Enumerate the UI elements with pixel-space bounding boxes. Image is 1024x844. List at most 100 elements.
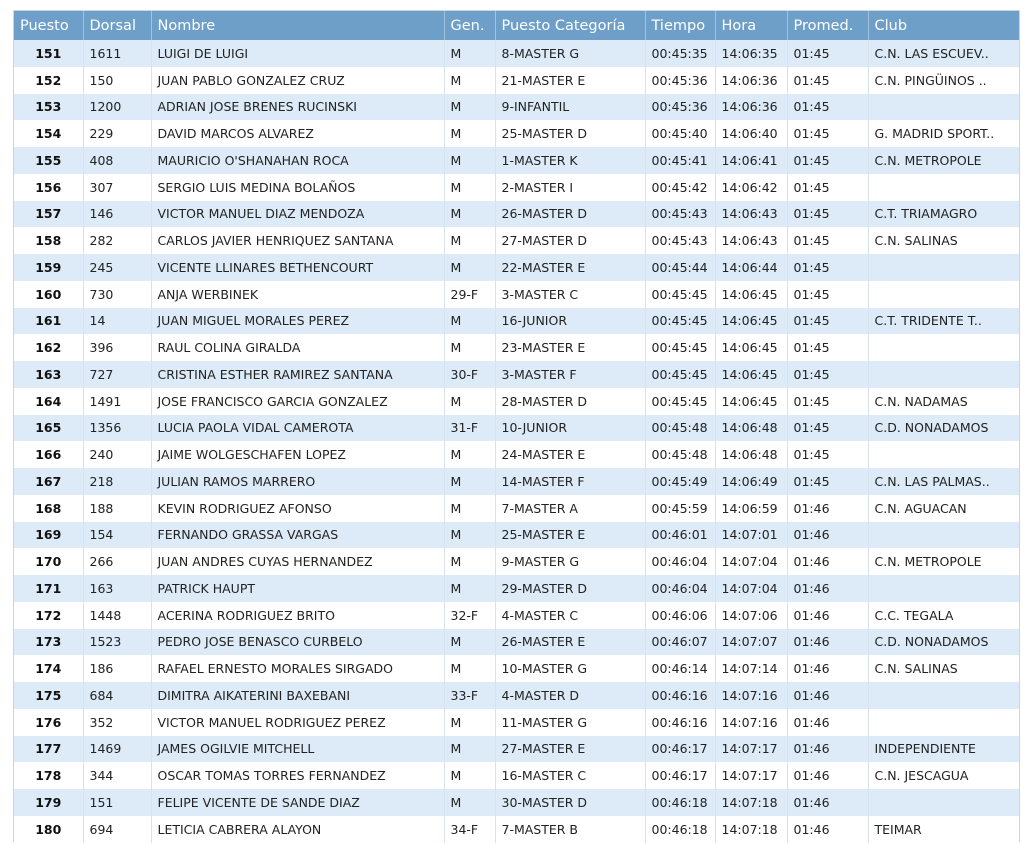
cell-hora: 14:06:49 [715,468,788,495]
cell-dorsal: 1200 [83,93,152,121]
table-row[interactable]: 164 1491 JOSE FRANCISCO GARCIA GONZALEZ M 28… [14,387,1019,415]
table-row[interactable]: 162 396 RAUL COLINA GIRALDA M 23-MASTER E 00:… [14,334,1019,361]
table-row[interactable]: 169 154 FERNANDO GRASSA VARGAS M 25-MASTER E… [14,521,1019,549]
cell-promed: 01:45 [787,334,869,361]
cell-puesto: 170 [14,548,84,575]
table-row[interactable]: 176 352 VICTOR MANUEL RODRIGUEZ PEREZ M 11-M… [14,708,1019,736]
cell-nombre: LUIGI DE LUIGI [151,40,445,67]
cell-puesto-categoria: 2-MASTER I [495,173,646,201]
cell-dorsal: 188 [83,494,152,522]
cell-club [868,789,1019,816]
table-row[interactable]: 158 282 CARLOS JAVIER HENRIQUEZ SANTANA M 27… [14,227,1019,254]
table-row[interactable]: 157 146 VICTOR MANUEL DIAZ MENDOZA M 26-MAST… [14,200,1019,228]
column-header-nombre[interactable]: Nombre [151,11,445,40]
column-header-gen[interactable]: Gen. [444,11,496,40]
column-header-puesto-categoria[interactable]: Puesto Categoría [495,11,646,40]
table-row[interactable]: 165 1356 LUCIA PAOLA VIDAL CAMEROTA 31-F 10-… [14,414,1019,442]
cell-promed: 01:45 [787,441,869,468]
column-header-dorsal[interactable]: Dorsal [83,11,152,40]
table-row[interactable]: 172 1448 ACERINA RODRIGUEZ BRITO 32-F 4-MAST… [14,601,1019,629]
cell-promed: 01:45 [787,93,869,121]
cell-dorsal: 1523 [83,628,152,656]
cell-promed: 01:45 [787,66,869,94]
table-row[interactable]: 151 1611 LUIGI DE LUIGI M 8-MASTER G 00:45:35… [14,40,1019,67]
table-row[interactable]: 166 240 JAIME WOLGESCHAFEN LOPEZ M 24-MASTER… [14,441,1019,468]
cell-puesto: 165 [14,414,84,442]
cell-puesto: 172 [14,601,84,629]
cell-puesto-categoria: 28-MASTER D [495,387,646,415]
cell-puesto-categoria: 3-MASTER F [495,361,646,388]
column-header-puesto[interactable]: Puesto [14,11,84,40]
table-row[interactable]: 160 730 ANJA WERBINEK 29-F 3-MASTER C 00:45:4… [14,280,1019,308]
table-row[interactable]: 154 229 DAVID MARCOS ALVAREZ M 25-MASTER D 00… [14,120,1019,147]
table-row[interactable]: 156 307 SERGIO LUIS MEDINA BOLAÑOS M 2-MASTE… [14,173,1019,201]
table-row[interactable]: 153 1200 ADRIAN JOSE BRENES RUCINSKI M 9-INF… [14,93,1019,121]
cell-promed: 01:46 [787,494,869,522]
cell-nombre: PATRICK HAUPT [151,575,445,602]
cell-dorsal: 163 [83,575,152,602]
cell-puesto: 159 [14,254,84,281]
cell-hora: 14:06:43 [715,200,788,228]
cell-puesto-categoria: 22-MASTER E [495,254,646,281]
cell-dorsal: 229 [83,120,152,147]
cell-club [868,682,1019,709]
cell-hora: 14:06:35 [715,40,788,67]
cell-tiempo: 00:45:36 [645,66,716,94]
table-row[interactable]: 163 727 CRISTINA ESTHER RAMIREZ SANTANA 30-… [14,361,1019,388]
column-header-club[interactable]: Club [868,11,1019,40]
cell-puesto: 174 [14,655,84,682]
results-table: Puesto Dorsal Nombre Gen. Puesto Categor… [14,11,1019,843]
cell-dorsal: 730 [83,280,152,308]
cell-dorsal: 684 [83,682,152,709]
cell-puesto-categoria: 25-MASTER E [495,521,646,549]
table-row[interactable]: 179 151 FELIPE VICENTE DE SANDE DIAZ M 30-MA… [14,789,1019,816]
table-row[interactable]: 173 1523 PEDRO JOSE BENASCO CURBELO M 26-MAS… [14,628,1019,656]
cell-nombre: JUAN MIGUEL MORALES PEREZ [151,307,445,335]
cell-dorsal: 186 [83,655,152,682]
cell-nombre: VICENTE LLINARES BETHENCOURT [151,254,445,281]
cell-puesto: 175 [14,682,84,709]
cell-club: C.N. LAS PALMAS.. [868,468,1019,495]
column-header-promed[interactable]: Promed. [787,11,869,40]
cell-hora: 14:06:45 [715,280,788,308]
cell-promed: 01:45 [787,40,869,67]
cell-club [868,173,1019,201]
cell-puesto-categoria: 23-MASTER E [495,334,646,361]
cell-tiempo: 00:46:16 [645,708,716,736]
cell-puesto: 169 [14,521,84,549]
table-row[interactable]: 177 1469 JAMES OGILVIE MITCHELL M 27-MASTER … [14,735,1019,763]
cell-nombre: OSCAR TOMAS TORRES FERNANDEZ [151,762,445,789]
table-row[interactable]: 167 218 JULIAN RAMOS MARRERO M 14-MASTER F 00… [14,468,1019,495]
cell-hora: 14:06:44 [715,254,788,281]
cell-tiempo: 00:46:14 [645,655,716,682]
table-row[interactable]: 178 344 OSCAR TOMAS TORRES FERNANDEZ M 16-MA… [14,762,1019,789]
table-row[interactable]: 159 245 VICENTE LLINARES BETHENCOURT M 22-MA… [14,254,1019,281]
column-header-tiempo[interactable]: Tiempo [645,11,716,40]
cell-gen: M [444,387,496,415]
cell-club [868,93,1019,121]
cell-tiempo: 00:46:07 [645,628,716,656]
table-row[interactable]: 170 266 JUAN ANDRES CUYAS HERNANDEZ M 9-MAST… [14,548,1019,575]
table-row[interactable]: 180 694 LETICIA CABRERA ALAYON 34-F 7-MASTER… [14,815,1019,843]
table-row[interactable]: 168 188 KEVIN RODRIGUEZ AFONSO M 7-MASTER A0… [14,494,1019,522]
cell-dorsal: 408 [83,147,152,174]
table-row[interactable]: 175 684 DIMITRA AIKATERINI BAXEBANI 33-F 4-M… [14,682,1019,709]
cell-puesto-categoria: 11-MASTER G [495,708,646,736]
cell-nombre: RAUL COLINA GIRALDA [151,334,445,361]
table-row[interactable]: 152 150 JUAN PABLO GONZALEZ CRUZ M 21-MASTER… [14,66,1019,94]
cell-nombre: JUAN PABLO GONZALEZ CRUZ [151,66,445,94]
cell-puesto: 152 [14,66,84,94]
cell-gen: M [444,334,496,361]
cell-gen: 31-F [444,414,496,442]
table-row[interactable]: 171 163 PATRICK HAUPT M 29-MASTER D 00:46:04 1… [14,575,1019,602]
table-row[interactable]: 155 408 MAURICIO O'SHANAHAN ROCA M 1-MASTER … [14,147,1019,174]
table-row[interactable]: 161 14 JUAN MIGUEL MORALES PEREZ M 16-JUNIOR… [14,307,1019,335]
cell-puesto-categoria: 29-MASTER D [495,575,646,602]
column-header-hora[interactable]: Hora [715,11,788,40]
cell-tiempo: 00:46:18 [645,789,716,816]
cell-nombre: CARLOS JAVIER HENRIQUEZ SANTANA [151,227,445,254]
table-row[interactable]: 174 186 RAFAEL ERNESTO MORALES SIRGADO M 10-… [14,655,1019,682]
cell-puesto-categoria: 9-INFANTIL [495,93,646,121]
cell-nombre: JAIME WOLGESCHAFEN LOPEZ [151,441,445,468]
cell-puesto: 171 [14,575,84,602]
